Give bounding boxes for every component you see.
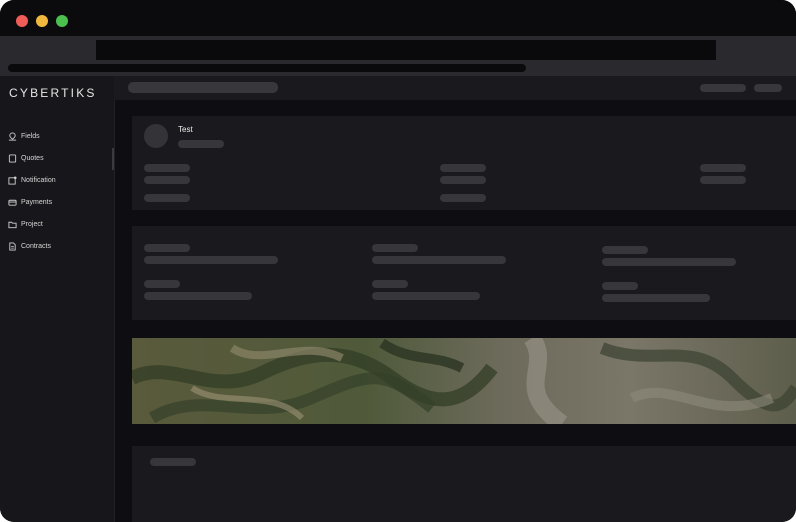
sidebar-item-fields[interactable]: Fields — [8, 128, 40, 144]
text-placeholder — [372, 244, 418, 252]
text-placeholder — [440, 164, 486, 172]
profile-name: Test — [178, 125, 193, 134]
text-placeholder — [700, 176, 746, 184]
sidebar-item-payments[interactable]: Payments — [8, 194, 52, 210]
header-action-placeholder[interactable] — [700, 84, 746, 92]
sidebar-item-project[interactable]: Project — [8, 216, 43, 232]
sidebar: CYBERTIKS Fields Quotes Notification Pay… — [0, 76, 115, 522]
top-header — [114, 76, 796, 100]
text-placeholder — [372, 256, 506, 264]
text-placeholder — [602, 246, 648, 254]
breadcrumb-placeholder — [128, 82, 278, 93]
text-placeholder — [144, 292, 252, 300]
text-placeholder — [602, 282, 638, 290]
text-placeholder — [440, 176, 486, 184]
sidebar-item-contracts[interactable]: Contracts — [8, 238, 51, 254]
title-bar — [0, 0, 796, 36]
browser-toolbar — [0, 36, 796, 76]
text-placeholder — [144, 176, 190, 184]
folder-icon — [8, 220, 17, 229]
text-placeholder — [372, 280, 408, 288]
text-placeholder — [144, 244, 190, 252]
text-placeholder — [440, 194, 486, 202]
payments-icon — [8, 198, 17, 207]
sidebar-item-notification[interactable]: Notification — [8, 172, 56, 188]
details-card — [132, 226, 796, 320]
text-placeholder — [700, 164, 746, 172]
text-placeholder — [150, 458, 196, 466]
profile-card: Test — [132, 116, 796, 210]
notification-icon — [8, 175, 17, 185]
text-placeholder — [144, 256, 278, 264]
text-placeholder — [602, 294, 710, 302]
bottom-card — [132, 446, 796, 522]
sidebar-item-label: Fields — [21, 132, 40, 140]
contracts-icon — [8, 241, 17, 251]
close-icon[interactable] — [16, 15, 28, 27]
text-placeholder — [602, 258, 736, 266]
tab-strip-placeholder — [8, 64, 526, 72]
address-bar[interactable] — [96, 40, 716, 60]
text-placeholder — [178, 140, 224, 148]
quotes-icon — [8, 153, 17, 163]
text-placeholder — [144, 164, 190, 172]
app-window: CYBERTIKS Fields Quotes Notification Pay… — [0, 0, 796, 522]
active-indicator — [112, 148, 114, 170]
sidebar-item-label: Contracts — [21, 242, 51, 250]
maximize-icon[interactable] — [56, 15, 68, 27]
text-placeholder — [144, 194, 190, 202]
header-action-placeholder[interactable] — [754, 84, 782, 92]
sidebar-item-label: Quotes — [21, 154, 44, 162]
fields-icon — [8, 131, 17, 141]
text-placeholder — [144, 280, 180, 288]
minimize-icon[interactable] — [36, 15, 48, 27]
sidebar-item-label: Notification — [21, 176, 56, 184]
sidebar-item-quotes[interactable]: Quotes — [8, 150, 44, 166]
text-placeholder — [372, 292, 480, 300]
satellite-map[interactable] — [132, 338, 796, 424]
app-logo: CYBERTIKS — [9, 86, 97, 100]
avatar — [144, 124, 168, 148]
sidebar-item-label: Payments — [21, 198, 53, 206]
sidebar-item-label: Project — [21, 220, 43, 228]
